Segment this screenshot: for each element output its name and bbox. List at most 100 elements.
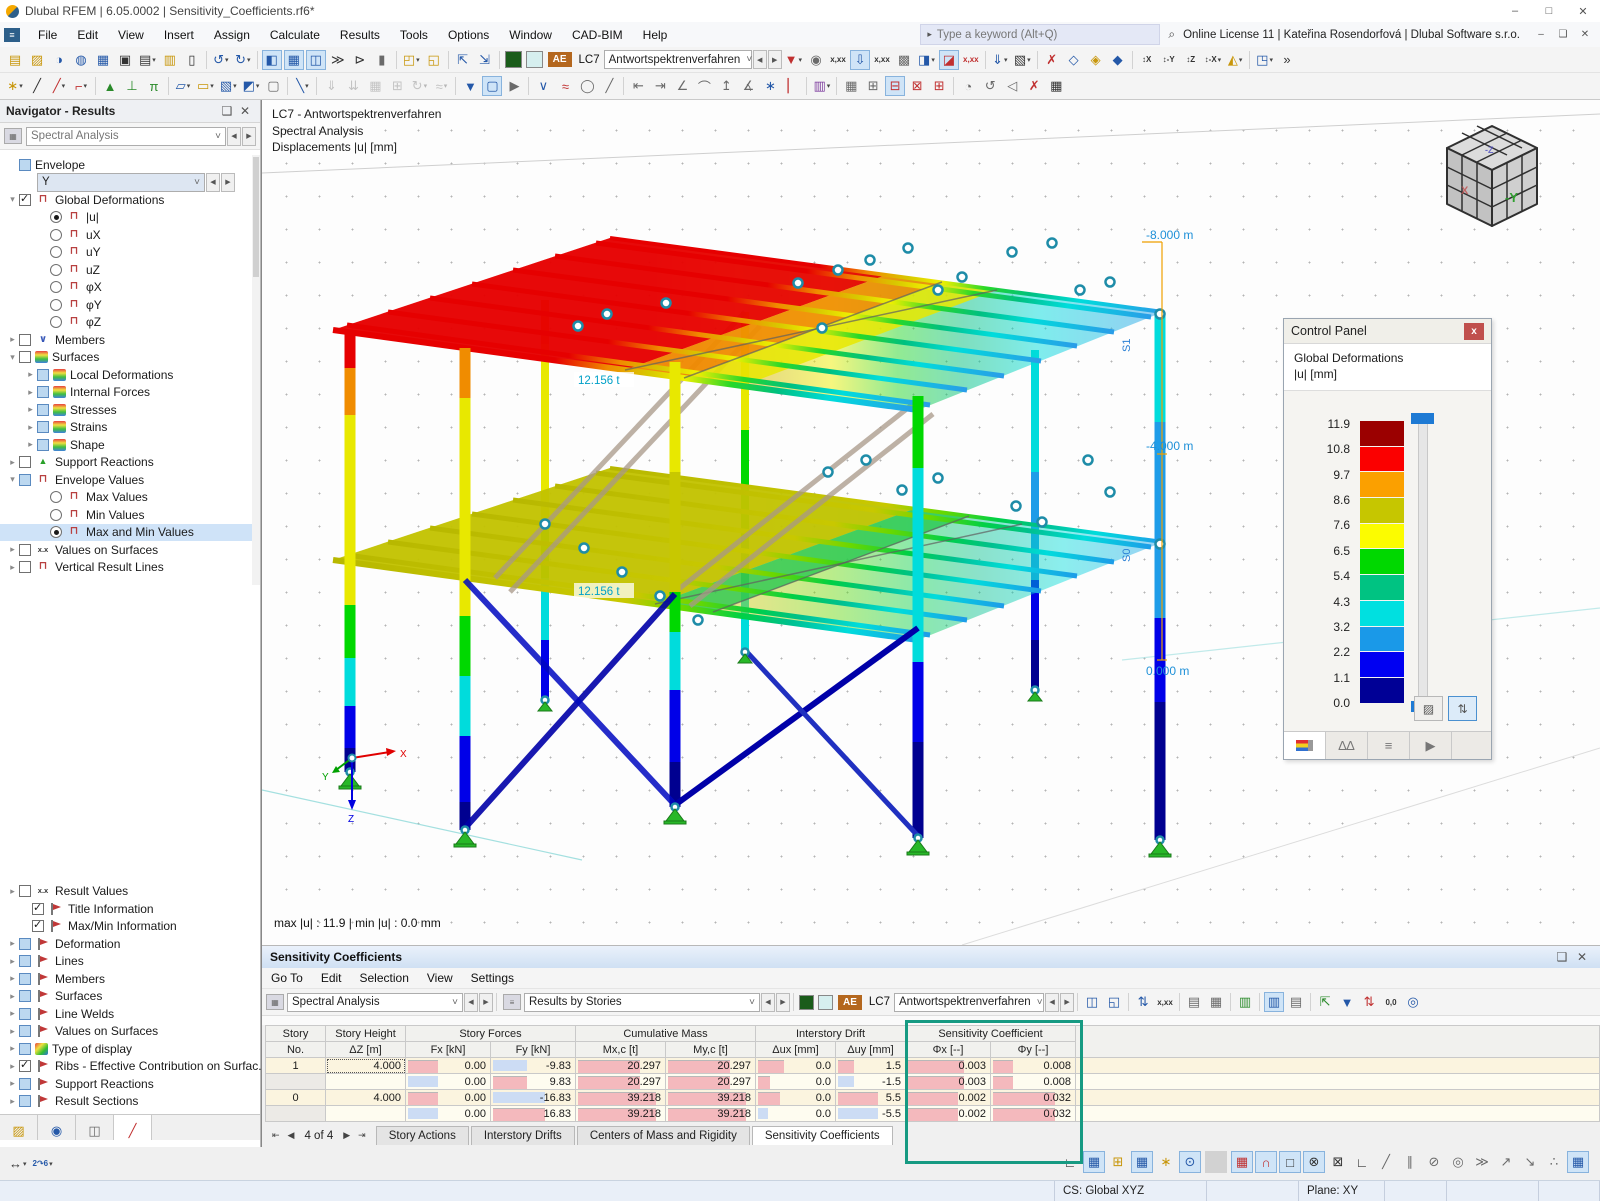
new-node-icon[interactable]: ∗	[5, 76, 25, 96]
solid-results-icon[interactable]: ◯	[577, 76, 597, 96]
load-distribution-icon[interactable]: ⇲	[475, 50, 495, 70]
result-values-icon[interactable]: ◉	[806, 50, 826, 70]
magic-wand-icon[interactable]: ∗	[760, 76, 780, 96]
tree-checkbox[interactable]	[19, 561, 31, 574]
tree-checkbox[interactable]	[19, 885, 31, 898]
tree-item-type-of-display[interactable]: ▸ Type of display	[0, 1040, 260, 1058]
section-x-icon[interactable]: ⊟	[885, 76, 906, 96]
table-layout-icon[interactable]: ▦	[1206, 992, 1226, 1012]
last-table-button[interactable]: ⇥	[354, 1130, 370, 1141]
load-envelope-badge[interactable]: AE	[547, 52, 572, 67]
tree-item-envelope-values[interactable]: ▾ Envelope Values	[0, 471, 260, 489]
filter-results-icon[interactable]: ▼	[783, 50, 804, 70]
results-table[interactable]: Story Story Height Story Forces Cumulati…	[265, 1025, 1600, 1122]
zoom-cancel-icon[interactable]: ✗	[1042, 50, 1062, 70]
tree-checkbox[interactable]	[19, 158, 31, 171]
tree-checkbox[interactable]	[19, 543, 31, 556]
tree-checkbox[interactable]	[37, 403, 49, 416]
rotate-x-icon[interactable]: ↕X	[1137, 50, 1157, 70]
tree-checkbox[interactable]	[19, 1007, 31, 1020]
surface-results-icon[interactable]: ≈	[555, 76, 575, 96]
new-model-icon[interactable]: ▤	[5, 50, 25, 70]
navigator-scrollbar[interactable]	[252, 155, 260, 585]
edit-guide-icon[interactable]: ◱	[424, 50, 444, 70]
control-panel-close-button[interactable]: x	[1464, 322, 1484, 340]
section-y-icon[interactable]: ⊠	[907, 76, 927, 96]
tree-item-global-deformations[interactable]: ▾ Global Deformations	[0, 191, 260, 209]
tree-checkbox[interactable]	[19, 1042, 31, 1055]
tree-item-max-min-values[interactable]: Max and Min Values	[0, 523, 260, 541]
snap-ellipse-icon[interactable]: ◎	[1447, 1151, 1469, 1173]
load-case-combo[interactable]: Antwortspektrenverfahren	[603, 50, 752, 69]
tree-item-phix[interactable]: φX	[0, 279, 260, 297]
panel-menu-item[interactable]: Selection	[351, 969, 418, 987]
table-search-icon[interactable]: ◎	[1403, 992, 1423, 1012]
tree-item-phiz[interactable]: φZ	[0, 314, 260, 332]
panel-float-icon[interactable]: ❑	[1552, 950, 1572, 964]
analysis-combo[interactable]: Spectral Analysis	[26, 126, 226, 146]
snap-circle-icon[interactable]: ⊗	[1303, 1151, 1325, 1173]
table-decimal-icon[interactable]: x,xx	[1155, 992, 1175, 1012]
surface-icon[interactable]: ▱	[173, 76, 193, 96]
tree-checkbox[interactable]	[37, 421, 49, 434]
tree-checkbox[interactable]	[19, 192, 31, 206]
snap-ext1-icon[interactable]: ↗	[1495, 1151, 1517, 1173]
color-scale-icon[interactable]: ▥	[811, 76, 832, 96]
snap-mesh-icon[interactable]: ▦	[1567, 1151, 1589, 1173]
snap-box-icon[interactable]: ⊠	[1327, 1151, 1349, 1173]
maximize-button[interactable]: □	[1532, 1, 1566, 22]
new-view-icon[interactable]: ◆	[1108, 50, 1128, 70]
nodal-load-icon[interactable]: ⇓	[321, 76, 341, 96]
tree-item-maxmin-information[interactable]: Max/Min Information	[0, 918, 260, 936]
tree-checkbox[interactable]	[19, 1025, 31, 1038]
to-scale-icon[interactable]: ⊳	[350, 50, 370, 70]
doc-restore-button[interactable]: ❑	[1552, 26, 1574, 44]
tree-checkbox[interactable]	[19, 333, 31, 346]
results-mode-prev-button[interactable]: ◀	[761, 992, 775, 1012]
edit-results-icon[interactable]: ╱	[599, 76, 619, 96]
tree-item-deformation[interactable]: ▸ Deformation	[0, 935, 260, 953]
panel-tab-visibility[interactable]: ▶	[1410, 732, 1452, 759]
mesh-settings-icon[interactable]: ⊞	[863, 76, 883, 96]
solid-icon[interactable]: ▧	[218, 76, 239, 96]
menu-item[interactable]: Assign	[204, 25, 260, 45]
tree-item-members-display[interactable]: ▸ Members	[0, 970, 260, 988]
online-models-icon[interactable]: ◍	[71, 50, 91, 70]
tree-checkbox[interactable]	[50, 298, 62, 311]
tree-checkbox[interactable]	[19, 351, 31, 364]
dim-arc-icon[interactable]: ⌒	[694, 76, 714, 96]
tree-item-internal-forces[interactable]: ▸ Internal Forces	[0, 384, 260, 402]
snap-square-icon[interactable]: □	[1279, 1151, 1301, 1173]
tree-item-ribs-effective[interactable]: ▸ Ribs - Effective Contribution on Surfa…	[0, 1058, 268, 1076]
tree-checkbox[interactable]	[19, 972, 31, 985]
panel-lc-prev-button[interactable]: ◀	[1045, 992, 1060, 1012]
mesh-icon[interactable]: ▦	[841, 76, 861, 96]
menu-item[interactable]: Calculate	[260, 25, 330, 45]
opening-icon[interactable]: ▭	[195, 76, 216, 96]
snap-dots-icon[interactable]: ∴	[1543, 1151, 1565, 1173]
tree-item-ux[interactable]: uX	[0, 226, 260, 244]
snap-parallel-icon[interactable]: ∥	[1399, 1151, 1421, 1173]
tree-item-uz[interactable]: uZ	[0, 261, 260, 279]
background-color-swatch[interactable]	[818, 994, 833, 1010]
tree-checkbox[interactable]	[19, 1077, 31, 1090]
menu-item[interactable]: Edit	[67, 25, 108, 45]
tree-checkbox[interactable]	[50, 491, 62, 504]
snap-bisect-icon[interactable]: ≫	[1471, 1151, 1493, 1173]
search-icon[interactable]: ⌕	[1168, 27, 1175, 42]
table-row[interactable]: 1 4.000 0.00 -9.83 20.297 20.297 0.0 1.5…	[265, 1057, 1600, 1074]
tree-checkbox[interactable]	[32, 901, 44, 915]
printout-report-icon[interactable]: ▥	[160, 50, 180, 70]
report-icon[interactable]: ▯	[182, 50, 202, 70]
search-input[interactable]: ▸ Type a keyword (Alt+Q)	[920, 24, 1161, 45]
tree-item-phiy[interactable]: φY	[0, 296, 260, 314]
more-tools-icon[interactable]: »	[1277, 50, 1297, 70]
snap-grid-new-icon[interactable]: ⊞	[1107, 1151, 1129, 1173]
tree-checkbox[interactable]	[37, 368, 49, 381]
tree-item-values-on-surfaces-display[interactable]: ▸ Values on Surfaces	[0, 1023, 260, 1041]
tree-item-values-on-surfaces[interactable]: ▸ Values on Surfaces	[0, 541, 260, 559]
table-values-icon[interactable]: ⇅	[1133, 992, 1153, 1012]
tree-checkbox[interactable]	[50, 228, 62, 241]
tables-toggle-icon[interactable]: ▦	[283, 49, 304, 70]
tree-checkbox[interactable]	[19, 456, 31, 469]
